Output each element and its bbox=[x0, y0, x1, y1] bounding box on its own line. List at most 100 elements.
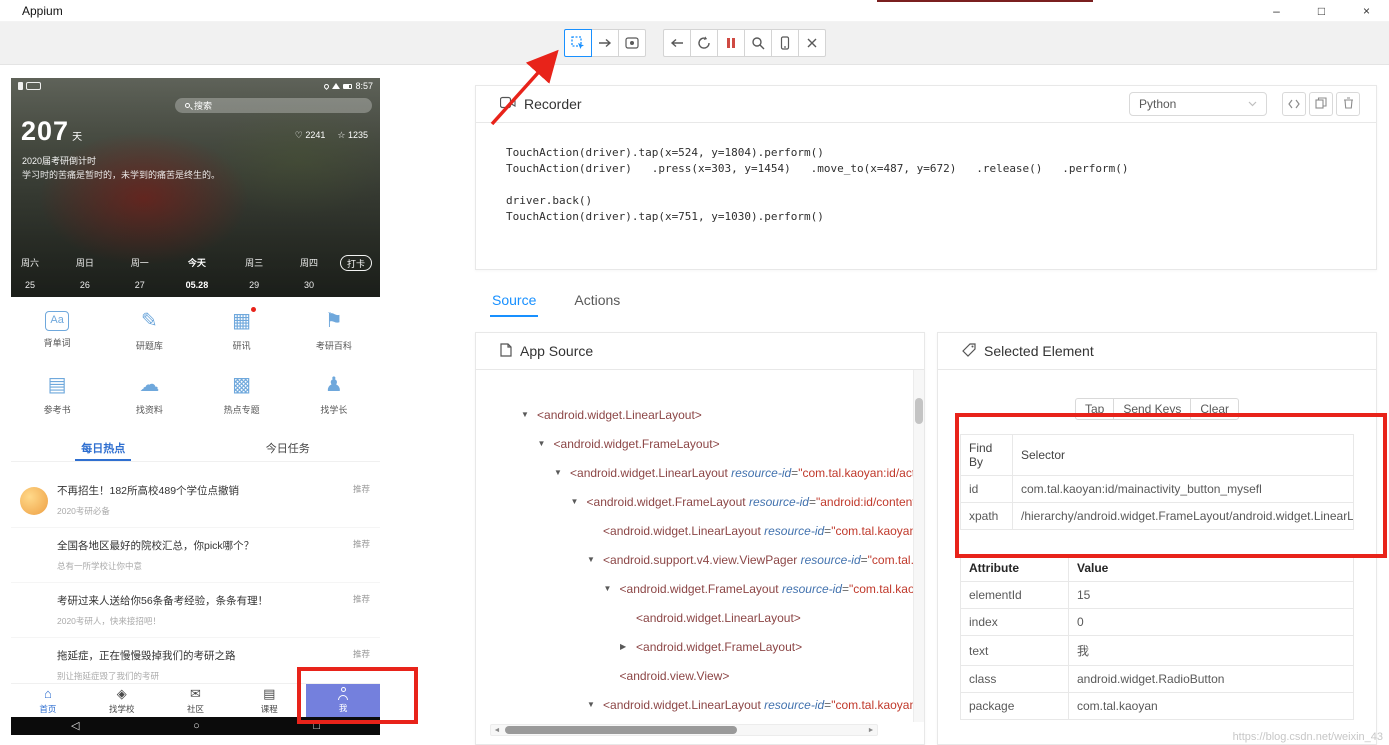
source-tree-node[interactable]: ▼<android.support.v4.view.ViewPager reso… bbox=[476, 545, 913, 574]
app-shortcut[interactable]: ▩ 热点专题 bbox=[196, 361, 288, 425]
source-tree-node[interactable]: <android.widget.LinearLayout resource-id… bbox=[476, 516, 913, 545]
expand-icon[interactable]: ▶ bbox=[620, 642, 636, 651]
collapse-icon[interactable]: ▼ bbox=[554, 468, 570, 477]
nav-item-courses[interactable]: ▤课程 bbox=[232, 684, 306, 717]
maximize-button[interactable]: □ bbox=[1299, 0, 1344, 21]
source-tree-node[interactable]: <android.widget.LinearLayout> bbox=[476, 603, 913, 632]
element-action-buttons: TapSend KeysClear bbox=[960, 398, 1354, 420]
scroll-left-icon[interactable]: ◄ bbox=[491, 727, 503, 734]
send-keys-button[interactable]: Send Keys bbox=[1113, 398, 1191, 420]
find-by-row[interactable]: xpath/hierarchy/android.widget.FrameLayo… bbox=[961, 503, 1354, 530]
source-tree-node[interactable]: ▶<android.widget.FrameLayout> bbox=[476, 632, 913, 661]
refresh-button[interactable] bbox=[690, 29, 718, 57]
app-shortcut[interactable]: ♟找学长 bbox=[288, 361, 380, 425]
code-line: TouchAction(driver).tap(x=751, y=1030).p… bbox=[506, 209, 1346, 225]
swipe-by-coordinates-button[interactable] bbox=[591, 29, 619, 57]
find-by-selector: /hierarchy/android.widget.FrameLayout/an… bbox=[1013, 503, 1354, 530]
tap-button[interactable]: Tap bbox=[1075, 398, 1114, 420]
code-line: TouchAction(driver) .press(x=303, y=1454… bbox=[506, 161, 1346, 177]
clear-button[interactable]: Clear bbox=[1190, 398, 1239, 420]
tap-target-icon bbox=[625, 36, 639, 50]
nav-item-schools[interactable]: ◈找学校 bbox=[85, 684, 159, 717]
app-shortcut[interactable]: Aa背单词 bbox=[11, 297, 103, 361]
android-recents-button[interactable]: □ bbox=[313, 721, 320, 732]
back-button[interactable] bbox=[663, 29, 691, 57]
shortcut-label: 热点专题 bbox=[224, 403, 260, 416]
collapse-icon[interactable]: ▼ bbox=[571, 497, 587, 506]
book-icon: ▤ bbox=[48, 372, 67, 398]
scrollbar-thumb[interactable] bbox=[915, 398, 923, 424]
source-tree-node[interactable]: ▼<android.widget.LinearLayout resource-i… bbox=[476, 458, 913, 487]
tab-actions[interactable]: Actions bbox=[572, 287, 622, 315]
nav-item-me[interactable]: 我 bbox=[306, 684, 380, 717]
feed-tab[interactable]: 每日热点 bbox=[11, 432, 196, 461]
collapse-icon[interactable]: ▼ bbox=[521, 410, 537, 419]
search-for-element-button[interactable] bbox=[744, 29, 772, 57]
close-button[interactable]: × bbox=[1344, 0, 1389, 21]
scroll-right-icon[interactable]: ► bbox=[865, 727, 877, 734]
language-select[interactable]: Python bbox=[1129, 92, 1267, 116]
source-tree-node[interactable]: ▼<android.widget.FrameLayout resource-id… bbox=[476, 487, 913, 516]
location-icon bbox=[323, 82, 330, 89]
source-tree: ▼<android.widget.LinearLayout>▼<android.… bbox=[476, 370, 913, 722]
grid-icon: ▩ bbox=[232, 372, 251, 398]
checkin-button[interactable]: 打卡 bbox=[340, 255, 372, 271]
nav-item-community[interactable]: ✉社区 bbox=[159, 684, 233, 717]
collapse-icon[interactable]: ▼ bbox=[587, 555, 603, 564]
find-by-table: Find BySelectoridcom.tal.kaoyan:id/maina… bbox=[960, 434, 1354, 530]
attribute-row: elementId15 bbox=[961, 582, 1354, 609]
news-item[interactable]: 全国各地区最好的院校汇总，你pick哪个？总有一所学校让你中意推荐 bbox=[11, 528, 380, 583]
collapse-icon[interactable]: ▼ bbox=[587, 700, 603, 709]
boilerplate-button[interactable] bbox=[1282, 92, 1306, 116]
source-tree-node[interactable]: ▼<android.widget.FrameLayout> bbox=[476, 429, 913, 458]
find-by-selector: com.tal.kaoyan:id/mainactivity_button_my… bbox=[1013, 476, 1354, 503]
app-shortcut[interactable]: ▦研讯 bbox=[196, 297, 288, 361]
feed-tab[interactable]: 今日任务 bbox=[196, 432, 381, 461]
news-subtitle: 总有一所学校让你中意 bbox=[57, 560, 370, 572]
minimize-button[interactable]: – bbox=[1254, 0, 1299, 21]
shortcut-label: 找学长 bbox=[320, 403, 347, 416]
app-search-bar[interactable]: 搜索 bbox=[175, 98, 372, 113]
news-subtitle: 2020考研人，快来接招吧！ bbox=[57, 615, 370, 627]
app-shortcut[interactable]: ✎研题库 bbox=[103, 297, 195, 361]
recommend-badge: 推荐 bbox=[353, 483, 370, 495]
source-tree-node[interactable]: ▼<android.widget.LinearLayout> bbox=[476, 400, 913, 429]
quit-session-button[interactable] bbox=[798, 29, 826, 57]
xml-tag-name: android.view.View bbox=[627, 669, 723, 683]
news-item[interactable]: 不再招生！182所高校489个学位点撤销2020考研必备推荐 bbox=[11, 473, 380, 528]
source-vertical-scrollbar[interactable] bbox=[913, 370, 924, 722]
android-back-button[interactable]: ◁ bbox=[71, 721, 79, 732]
android-home-button[interactable]: ○ bbox=[193, 721, 200, 732]
recommend-badge: 推荐 bbox=[353, 538, 370, 550]
search-label: 搜索 bbox=[194, 99, 212, 112]
source-horizontal-scrollbar[interactable]: ◄ ► bbox=[490, 724, 878, 736]
select-elements-button[interactable] bbox=[564, 29, 592, 57]
find-by-row[interactable]: idcom.tal.kaoyan:id/mainactivity_button_… bbox=[961, 476, 1354, 503]
tap-by-coordinates-button[interactable] bbox=[618, 29, 646, 57]
pause-button[interactable] bbox=[717, 29, 745, 57]
nav-item-home[interactable]: ⌂首页 bbox=[11, 684, 85, 717]
nav-label: 社区 bbox=[187, 703, 204, 715]
recorded-code[interactable]: TouchAction(driver).tap(x=524, y=1804).p… bbox=[476, 123, 1376, 247]
collapse-icon[interactable]: ▼ bbox=[604, 584, 620, 593]
source-tree-node[interactable]: ▼<android.widget.LinearLayout resource-i… bbox=[476, 690, 913, 719]
device-button[interactable] bbox=[771, 29, 799, 57]
news-item[interactable]: 考研过来人送给你56条备考经验，条条有理！2020考研人，快来接招吧！推荐 bbox=[11, 583, 380, 638]
app-shortcut[interactable]: ☁找资料 bbox=[103, 361, 195, 425]
countdown: 207天 bbox=[21, 116, 82, 147]
source-tree-node[interactable]: <android.view.View> bbox=[476, 661, 913, 690]
app-shortcut[interactable]: ▤参考书 bbox=[11, 361, 103, 425]
device-screenshot[interactable]: 8:57 搜索 207天 ♡ 2241☆ 1235 2020届考研倒计时 学习时… bbox=[11, 78, 380, 735]
tab-source[interactable]: Source bbox=[490, 287, 538, 317]
app-shortcut[interactable]: ⚑考研百科 bbox=[288, 297, 380, 361]
collapse-icon[interactable]: ▼ bbox=[538, 439, 554, 448]
recommend-badge: 推荐 bbox=[353, 648, 370, 660]
copy-code-button[interactable] bbox=[1309, 92, 1333, 116]
scrollbar-thumb[interactable] bbox=[505, 726, 737, 734]
news-subtitle: 2020考研必备 bbox=[57, 505, 370, 517]
clear-recording-button[interactable] bbox=[1336, 92, 1360, 116]
xml-tag-name: android.support.v4.view.ViewPager bbox=[610, 553, 797, 567]
source-tree-node[interactable]: ▼<android.widget.FrameLayout resource-id… bbox=[476, 574, 913, 603]
arrow-left-icon bbox=[670, 36, 684, 50]
find-by-strategy: id bbox=[961, 476, 1013, 503]
